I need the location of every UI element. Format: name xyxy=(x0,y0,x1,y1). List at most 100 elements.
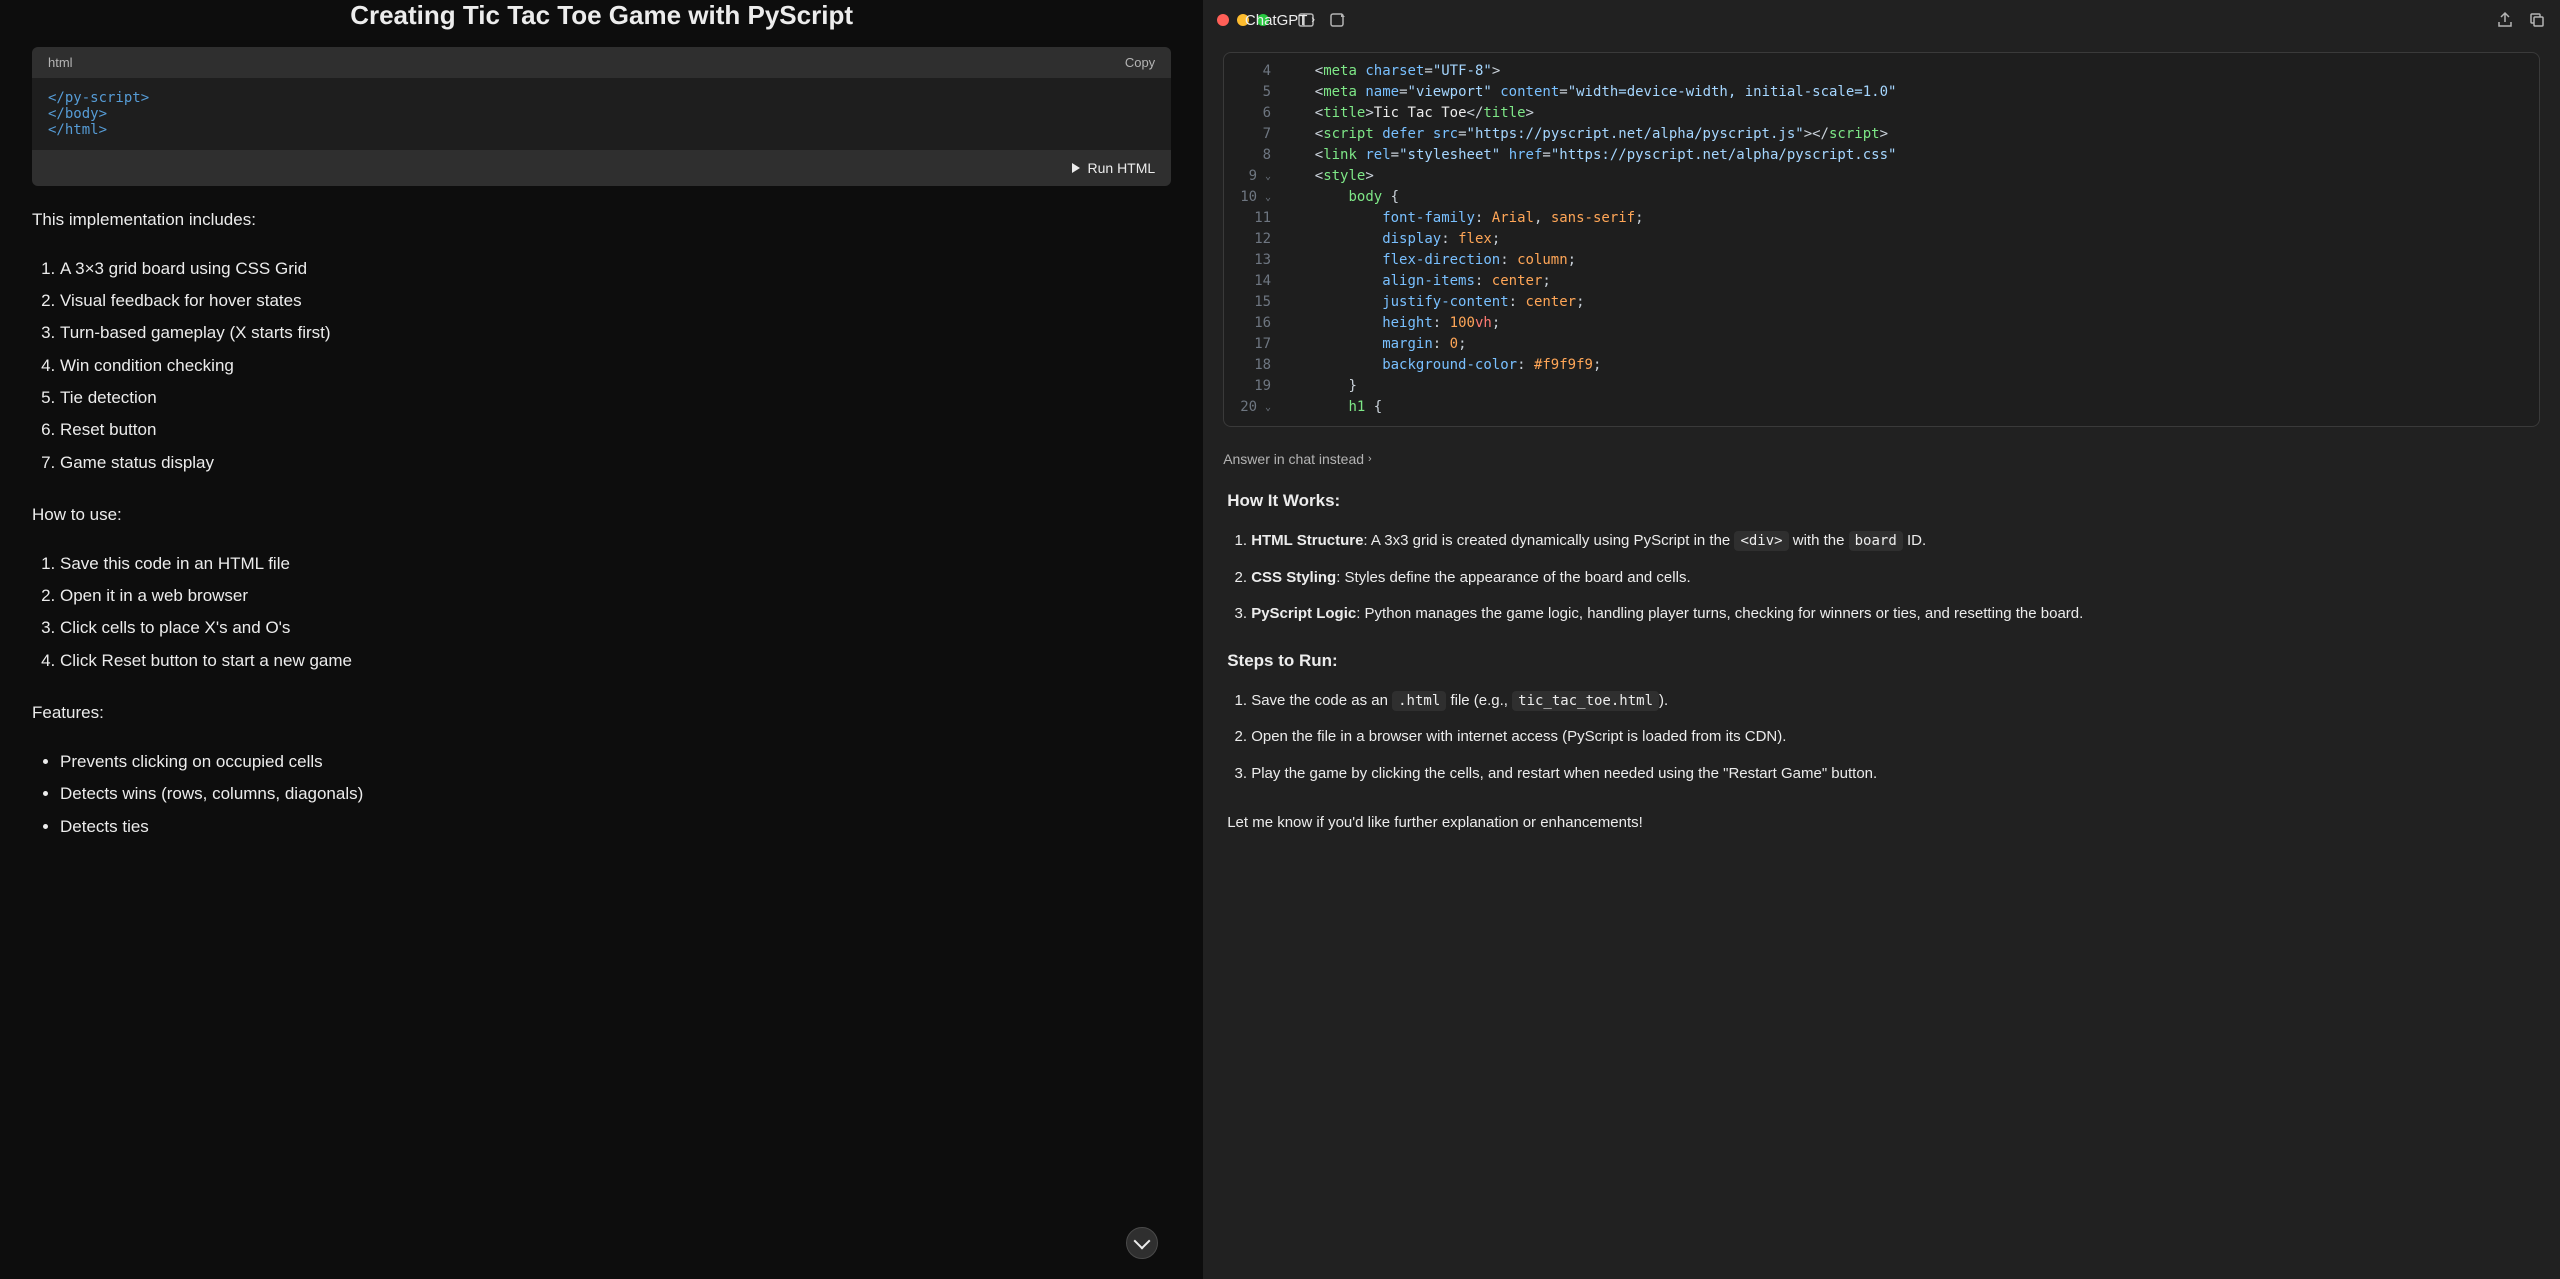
right-content: How It Works: HTML Structure: A 3x3 grid… xyxy=(1203,479,2560,1279)
code-line: background-color: #f9f9f9; xyxy=(1281,355,2539,376)
titlebar-app-name[interactable]: ChatGPT › xyxy=(1245,12,1315,29)
list-item: Play the game by clicking the cells, and… xyxy=(1251,760,2536,789)
line-number: 11 xyxy=(1254,208,1271,229)
share-icon[interactable] xyxy=(2496,11,2514,29)
line-number: 18 xyxy=(1254,355,1271,376)
code-line: <style> xyxy=(1281,166,2539,187)
inline-code: <div> xyxy=(1734,531,1788,551)
code-line: justify-content: center; xyxy=(1281,292,2539,313)
item-bold: HTML Structure xyxy=(1251,532,1363,549)
new-chat-icon[interactable] xyxy=(1329,11,1347,29)
code-line: <meta name="viewport" content="width=dev… xyxy=(1281,82,2539,103)
line-number: 6 xyxy=(1263,103,1271,124)
code-line: <title>Tic Tac Toe</title> xyxy=(1281,103,2539,124)
code-editor[interactable]: 4 5 6 7 8 9⌄ 10⌄ 11 12 13 14 15 16 17 18… xyxy=(1223,52,2540,427)
line-number: 5 xyxy=(1263,82,1271,103)
features-list: Prevents clicking on occupied cells Dete… xyxy=(32,746,1171,843)
code-line: } xyxy=(1281,376,2539,397)
features-heading: Features: xyxy=(32,699,1171,728)
code-content: <meta charset="UTF-8"> <meta name="viewp… xyxy=(1281,53,2539,426)
line-number: 7 xyxy=(1263,124,1271,145)
code-line: </body> xyxy=(48,106,1155,122)
list-item: Visual feedback for hover states xyxy=(60,285,1171,317)
code-line: <link rel="stylesheet" href="https://pys… xyxy=(1281,145,2539,166)
titlebar: ChatGPT › xyxy=(1203,0,2560,40)
chevron-right-icon: › xyxy=(1368,453,1372,465)
code-body: </py-script> </body> </html> xyxy=(32,78,1171,150)
how-it-works-heading: How It Works: xyxy=(1227,491,2536,511)
list-item: HTML Structure: A 3x3 grid is created dy… xyxy=(1251,527,2536,556)
code-line: align-items: center; xyxy=(1281,271,2539,292)
list-item: Tie detection xyxy=(60,382,1171,414)
line-number: 10 xyxy=(1240,187,1257,208)
list-item: PyScript Logic: Python manages the game … xyxy=(1251,600,2536,629)
line-number: 13 xyxy=(1254,250,1271,271)
right-panel: ChatGPT › 4 5 6 7 8 9⌄ 10⌄ 11 12 1 xyxy=(1203,0,2560,1279)
inline-code: board xyxy=(1849,531,1903,551)
copy-icon[interactable] xyxy=(2528,11,2546,29)
fold-icon[interactable]: ⌄ xyxy=(1261,190,1271,205)
how-it-works-list: HTML Structure: A 3x3 grid is created dy… xyxy=(1227,527,2536,629)
fold-icon[interactable]: ⌄ xyxy=(1261,400,1271,415)
run-label: Run HTML xyxy=(1088,160,1156,176)
fold-icon[interactable]: ⌄ xyxy=(1261,169,1271,184)
line-gutter: 4 5 6 7 8 9⌄ 10⌄ 11 12 13 14 15 16 17 18… xyxy=(1224,53,1281,426)
article-title: Creating Tic Tac Toe Game with PyScript xyxy=(32,0,1171,31)
item-bold: CSS Styling xyxy=(1251,569,1336,586)
copy-button[interactable]: Copy xyxy=(1125,55,1155,70)
chevron-right-icon: › xyxy=(1311,14,1315,26)
inline-code: tic_tac_toe.html xyxy=(1512,691,1659,711)
list-item: Save this code in an HTML file xyxy=(60,548,1171,580)
code-lang-label: html xyxy=(48,55,73,70)
list-item: Turn-based gameplay (X starts first) xyxy=(60,317,1171,349)
code-line: </html> xyxy=(48,122,1155,138)
list-item: A 3×3 grid board using CSS Grid xyxy=(60,253,1171,285)
list-item: CSS Styling: Styles define the appearanc… xyxy=(1251,564,2536,593)
code-block: html Copy </py-script> </body> </html> R… xyxy=(32,47,1171,186)
item-bold: PyScript Logic xyxy=(1251,605,1356,622)
run-html-button[interactable]: Run HTML xyxy=(32,150,1171,186)
how-to-use-list: Save this code in an HTML file Open it i… xyxy=(32,548,1171,677)
list-item: Click cells to place X's and O's xyxy=(60,612,1171,644)
code-line: </py-script> xyxy=(48,90,1155,106)
inline-code: .html xyxy=(1392,691,1446,711)
list-item: Click Reset button to start a new game xyxy=(60,645,1171,677)
line-number: 12 xyxy=(1254,229,1271,250)
list-item: Open the file in a browser with internet… xyxy=(1251,723,2536,752)
steps-heading: Steps to Run: xyxy=(1227,651,2536,671)
line-number: 19 xyxy=(1254,376,1271,397)
line-number: 15 xyxy=(1254,292,1271,313)
answer-in-chat-link[interactable]: Answer in chat instead › xyxy=(1203,439,2560,479)
code-lines-container: 4 5 6 7 8 9⌄ 10⌄ 11 12 13 14 15 16 17 18… xyxy=(1224,53,2539,426)
code-line: flex-direction: column; xyxy=(1281,250,2539,271)
app-name-label: ChatGPT xyxy=(1245,12,1308,29)
list-item: Open it in a web browser xyxy=(60,580,1171,612)
list-item: Detects ties xyxy=(60,811,1171,843)
code-line: body { xyxy=(1281,187,2539,208)
titlebar-right-icons xyxy=(2496,11,2546,29)
code-header: html Copy xyxy=(32,47,1171,78)
line-number: 20 xyxy=(1240,397,1257,418)
scroll-down-button[interactable] xyxy=(1126,1227,1158,1259)
line-number: 8 xyxy=(1263,145,1271,166)
close-window-button[interactable] xyxy=(1217,14,1229,26)
list-item: Save the code as an .html file (e.g., ti… xyxy=(1251,687,2536,716)
list-item: Game status display xyxy=(60,447,1171,479)
line-number: 14 xyxy=(1254,271,1271,292)
intro-text: This implementation includes: xyxy=(32,206,1171,235)
code-line: h1 { xyxy=(1281,397,2539,418)
list-item: Prevents clicking on occupied cells xyxy=(60,746,1171,778)
list-item: Detects wins (rows, columns, diagonals) xyxy=(60,778,1171,810)
line-number: 16 xyxy=(1254,313,1271,334)
closing-text: Let me know if you'd like further explan… xyxy=(1227,810,2536,836)
play-icon xyxy=(1072,163,1080,173)
chevron-down-icon xyxy=(1134,1233,1151,1250)
code-line: display: flex; xyxy=(1281,229,2539,250)
implementation-list: A 3×3 grid board using CSS Grid Visual f… xyxy=(32,253,1171,479)
answer-link-label: Answer in chat instead xyxy=(1223,451,1364,467)
code-line: margin: 0; xyxy=(1281,334,2539,355)
list-item: Reset button xyxy=(60,414,1171,446)
code-line: height: 100vh; xyxy=(1281,313,2539,334)
line-number: 4 xyxy=(1263,61,1271,82)
line-number: 9 xyxy=(1249,166,1257,187)
